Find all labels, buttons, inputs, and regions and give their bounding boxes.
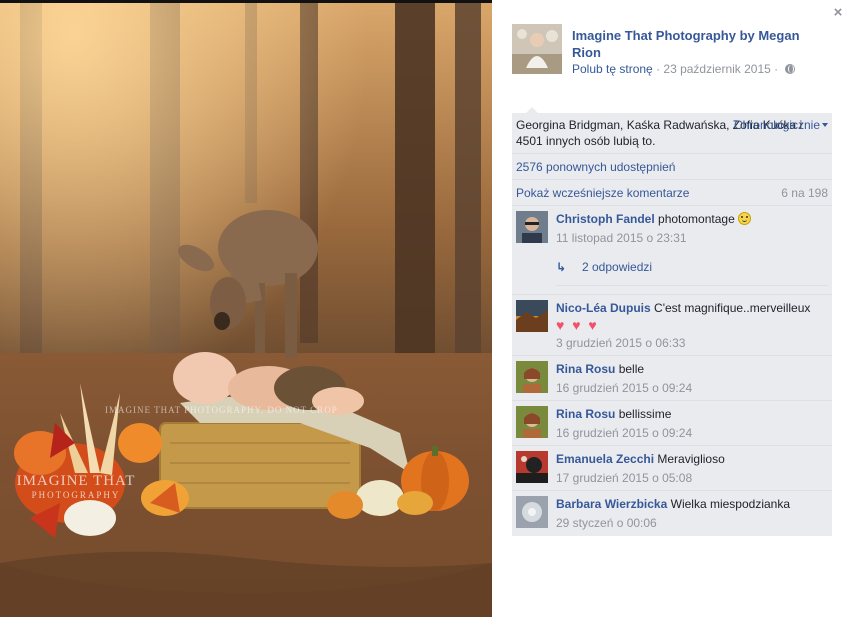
avatar[interactable] — [516, 496, 548, 528]
reply-arrow-icon: ↳ — [556, 260, 567, 274]
comment-author[interactable]: Rina Rosu — [556, 362, 615, 376]
comment-text: bellissime — [618, 407, 672, 421]
hearts-emoji-icon: ♥ ♥ ♥ — [556, 317, 599, 333]
like-page-link[interactable]: Polub tę stronę — [572, 62, 653, 76]
comment-body: Christoph Fandel photomontage — [556, 211, 828, 227]
comment-author[interactable]: Barbara Wierzbicka — [556, 497, 667, 511]
comment-author[interactable]: Nico-Léa Dupuis — [556, 301, 651, 315]
post-meta: Polub tę stronę · 23 październik 2015 · — [572, 62, 795, 76]
comment-body: Rina Rosu bellissime — [556, 406, 828, 422]
close-icon[interactable]: × — [831, 5, 845, 20]
photo[interactable]: IMAGINE THAT PHOTOGRAPHY. DO NOT CROP IM… — [0, 3, 492, 617]
comment-time[interactable]: 29 styczeń o 00:06 — [556, 515, 828, 531]
comment-body: Rina Rosu belle — [556, 361, 828, 377]
photo-illustration — [0, 3, 492, 617]
comment: Barbara Wierzbicka Wielka miespodzianka … — [512, 491, 832, 536]
avatar-image — [516, 300, 548, 332]
comment-time[interactable]: 11 listopad 2015 o 23:31 — [556, 230, 828, 246]
avatar-image — [516, 496, 548, 528]
comment: Nico-Léa Dupuis C'est magnifique..mervei… — [512, 295, 832, 356]
photo-viewer[interactable]: IMAGINE THAT PHOTOGRAPHY. DO NOT CROP IM… — [0, 0, 492, 617]
avatar[interactable] — [516, 406, 548, 438]
globe-icon — [784, 64, 795, 74]
watermark-logo-line1: IMAGINE THAT — [16, 473, 136, 489]
comment-body: Emanuela Zecchi Meraviglioso — [556, 451, 828, 467]
comment-author[interactable]: Christoph Fandel — [556, 212, 655, 226]
page-avatar[interactable] — [512, 24, 562, 74]
comment-time[interactable]: 17 grudzień 2015 o 05:08 — [556, 470, 828, 486]
comment-count: 6 na 198 — [781, 186, 828, 200]
avatar[interactable] — [516, 451, 548, 483]
avatar-image — [516, 361, 548, 393]
comment-time[interactable]: 16 grudzień 2015 o 09:24 — [556, 425, 828, 441]
avatar-image — [516, 211, 548, 243]
smiley-emoji-icon — [738, 212, 752, 225]
meta-separator: · — [656, 62, 661, 76]
comment-text: photomontage — [658, 212, 735, 226]
watermark-text: IMAGINE THAT PHOTOGRAPHY. DO NOT CROP — [105, 405, 338, 415]
feedback-panel: Georgina Bridgman, Kaśka Radwańska, Zofi… — [512, 107, 832, 536]
previous-comments-link[interactable]: Pokaż wcześniejsze komentarze — [516, 186, 689, 200]
previous-comments-row: Pokaż wcześniejsze komentarze 6 na 198 — [512, 180, 832, 206]
replies-link[interactable]: 2 odpowiedzi — [582, 260, 652, 274]
meta-separator-2: · — [774, 62, 779, 76]
comment-text: C'est magnifique..merveilleux — [654, 301, 811, 315]
comment-text: belle — [618, 362, 645, 376]
comment-author[interactable]: Rina Rosu — [556, 407, 615, 421]
comment-order-label: Chronologicznie — [733, 118, 820, 132]
avatar[interactable] — [516, 361, 548, 393]
comment-text: Wielka miespodzianka — [670, 497, 791, 511]
post-header: Imagine That Photography by Megan Rion P… — [512, 24, 812, 84]
avatar[interactable] — [516, 300, 548, 332]
avatar-image — [516, 451, 548, 483]
watermark-logo: IMAGINE THAT PHOTOGRAPHY — [16, 473, 136, 500]
comment: Christoph Fandel photomontage 11 listopa… — [512, 206, 832, 295]
comment-text: Meraviglioso — [657, 452, 725, 466]
comment: Rina Rosu bellissime 16 grudzień 2015 o … — [512, 401, 832, 446]
side-panel: × Imagine That Photography by Megan Rion… — [492, 0, 851, 617]
comment-author[interactable]: Emanuela Zecchi — [556, 452, 654, 466]
page-name-link[interactable]: Imagine That Photography by Megan Rion — [572, 27, 822, 61]
avatar[interactable] — [516, 211, 548, 243]
comment-body: Barbara Wierzbicka Wielka miespodzianka — [556, 496, 828, 512]
post-date[interactable]: 23 październik 2015 — [663, 62, 770, 76]
comment: Rina Rosu belle 16 grudzień 2015 o 09:24 — [512, 356, 832, 401]
comment-time[interactable]: 3 grudzień 2015 o 06:33 — [556, 335, 828, 351]
shares-link[interactable]: 2576 ponownych udostępnień — [512, 154, 832, 180]
comment: Emanuela Zecchi Meraviglioso 17 grudzień… — [512, 446, 832, 491]
likes-summary: Georgina Bridgman, Kaśka Radwańska, Zofi… — [512, 113, 832, 154]
replies-row: ↳ 2 odpowiedzi — [556, 256, 828, 286]
comment-time[interactable]: 16 grudzień 2015 o 09:24 — [556, 380, 828, 396]
comment-body: Nico-Léa Dupuis C'est magnifique..mervei… — [556, 300, 828, 316]
page-avatar-image — [512, 24, 562, 74]
avatar-image — [516, 406, 548, 438]
watermark-logo-line2: PHOTOGRAPHY — [31, 490, 121, 500]
chevron-down-icon — [822, 123, 828, 127]
comment-order-dropdown[interactable]: Chronologicznie — [734, 117, 828, 133]
